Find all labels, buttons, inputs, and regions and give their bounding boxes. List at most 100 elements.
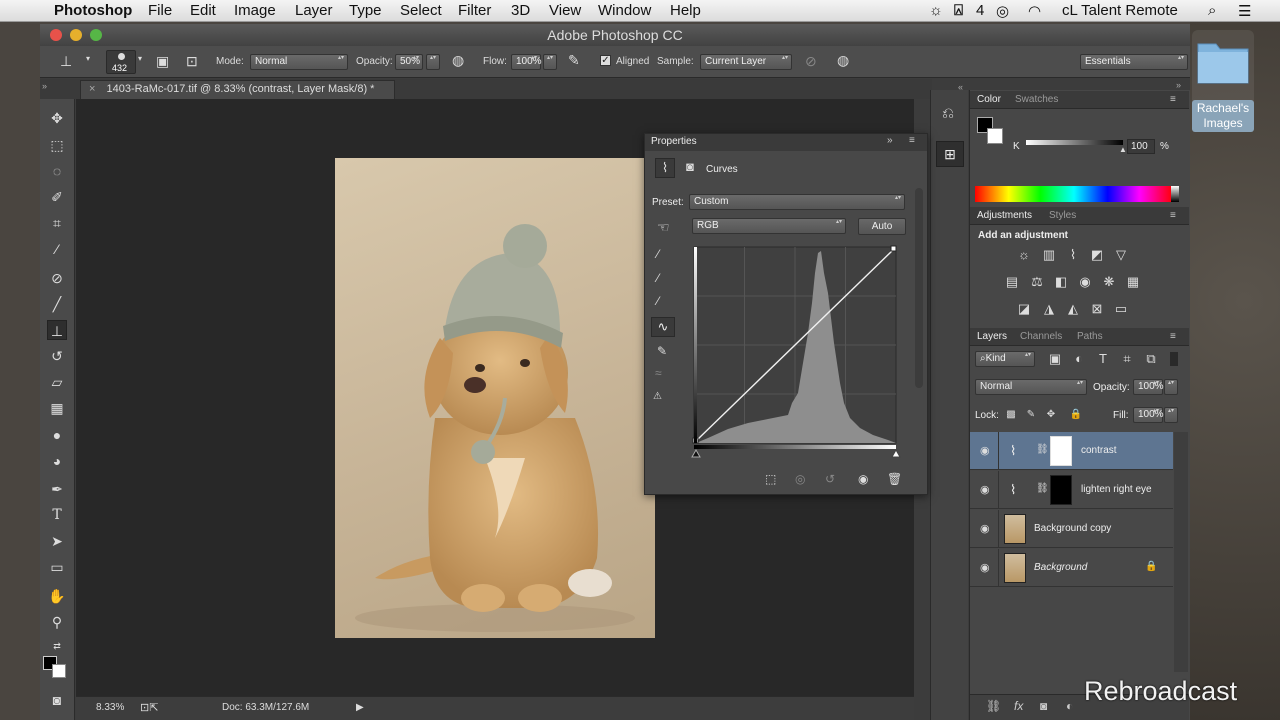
black-point-eyedropper-icon[interactable]: ⁄ — [657, 247, 659, 261]
filter-toggle[interactable] — [1170, 352, 1178, 366]
tool-preset-arrow-icon[interactable]: ▾ — [86, 54, 90, 63]
layers-scrollbar[interactable] — [1174, 432, 1188, 672]
status-icons[interactable]: ⊡⇱ — [140, 701, 158, 714]
brightness-icon[interactable]: ☼ — [929, 2, 943, 19]
mask-link-icon[interactable]: ⛓ — [1036, 444, 1049, 455]
menu-window[interactable]: Window — [598, 2, 651, 19]
gradient-tool-icon[interactable]: ▦ — [47, 398, 67, 418]
threshold-icon[interactable]: ◭ — [1065, 301, 1081, 317]
pen-tool-icon[interactable]: ✒ — [47, 479, 67, 499]
edit-points-curve-icon[interactable]: ∿ — [651, 317, 675, 337]
menu-file[interactable]: File — [148, 2, 172, 19]
spectrum-bw-strip[interactable] — [1171, 186, 1179, 202]
k-value-input[interactable]: 100 — [1127, 139, 1155, 154]
layer-mask-thumbnail[interactable] — [1050, 475, 1072, 505]
path-selection-tool-icon[interactable]: ➤ — [47, 531, 67, 551]
flow-input[interactable]: 100% — [511, 54, 542, 70]
spotlight-search-icon[interactable]: ⌕ — [1208, 2, 1216, 19]
menu-filter[interactable]: Filter — [458, 2, 491, 19]
panels-collapse-icon[interactable]: » — [1176, 80, 1181, 90]
gradient-map-icon[interactable]: ▭ — [1113, 301, 1129, 317]
menu-layer[interactable]: Layer — [295, 2, 333, 19]
quick-selection-tool-icon[interactable]: ✐ — [47, 187, 67, 207]
new-adjustment-layer-icon[interactable]: ◐ — [1066, 699, 1073, 713]
tab-channels[interactable]: Channels — [1020, 331, 1062, 342]
layer-mask-icon[interactable]: ◙ — [681, 159, 699, 175]
menu-type[interactable]: Type — [349, 2, 382, 19]
opacity-input[interactable]: 50% — [395, 54, 423, 70]
clipping-warning-icon[interactable]: ⚠ — [653, 391, 662, 402]
layers-panel-menu-icon[interactable]: ≡ — [1170, 331, 1176, 342]
menu-edit[interactable]: Edit — [190, 2, 216, 19]
tab-swatches[interactable]: Swatches — [1015, 94, 1058, 105]
targeted-adjustment-hand-icon[interactable]: ☜ — [657, 219, 670, 236]
workspace-select[interactable]: Essentials — [1080, 54, 1188, 70]
view-previous-state-icon[interactable]: ◎ — [795, 472, 805, 486]
invert-icon[interactable]: ◪ — [1016, 301, 1032, 317]
adjustments-panel-menu-icon[interactable]: ≡ — [1170, 210, 1176, 221]
blur-tool-icon[interactable]: ● — [47, 425, 67, 445]
collapse-toolbar-icon[interactable]: » — [42, 81, 47, 91]
properties-panel-icon[interactable]: ⊞ — [936, 141, 964, 167]
gray-point-eyedropper-icon[interactable]: ⁄ — [657, 271, 659, 285]
menu-remote-app[interactable]: cL Talent Remote — [1062, 2, 1178, 19]
opacity-slider-toggle[interactable] — [426, 54, 440, 70]
layer-opacity-toggle[interactable] — [1164, 379, 1178, 395]
auto-button[interactable]: Auto — [858, 218, 906, 235]
hand-tool-icon[interactable]: ✋ — [47, 586, 67, 606]
layer-filter-select[interactable]: ⌕Kind — [975, 351, 1035, 367]
pressure-size-icon[interactable]: ◍ — [837, 52, 849, 69]
properties-menu-icon[interactable]: ≡ — [909, 135, 915, 146]
color-background-swatch[interactable] — [987, 128, 1003, 144]
panel-collapse-icon[interactable]: » — [887, 135, 893, 146]
adobe-status-icon[interactable]: ⍓ — [954, 2, 963, 19]
blend-mode-select[interactable]: Normal — [975, 379, 1087, 395]
link-layers-icon[interactable]: ⛓ — [986, 699, 1001, 713]
zoom-window-button[interactable] — [90, 29, 102, 41]
posterize-icon[interactable]: ◮ — [1041, 301, 1057, 317]
marquee-tool-icon[interactable]: ⬚ — [47, 135, 67, 155]
mode-select[interactable]: Normal — [250, 54, 348, 70]
brightness-contrast-icon[interactable]: ☼ — [1016, 247, 1032, 263]
layer-lock-icon[interactable]: 🔒 — [1145, 561, 1157, 572]
tab-adjustments[interactable]: Adjustments — [977, 210, 1032, 221]
eyedropper-tool-icon[interactable]: ⁄ — [47, 239, 67, 259]
sync-icon[interactable]: ◎ — [996, 2, 1009, 20]
channel-mixer-icon[interactable]: ❋ — [1101, 274, 1117, 290]
flow-slider-toggle[interactable] — [543, 54, 557, 70]
swap-colors-icon[interactable]: ⇄ — [47, 636, 67, 656]
k-slider-track[interactable] — [1026, 140, 1123, 145]
selective-color-icon[interactable]: ⊠ — [1089, 301, 1105, 317]
zoom-tool-icon[interactable]: ⚲ — [47, 612, 67, 632]
close-window-button[interactable] — [50, 29, 62, 41]
lasso-tool-icon[interactable]: ◌ — [47, 161, 67, 181]
black-white-icon[interactable]: ◧ — [1053, 274, 1069, 290]
tab-layers[interactable]: Layers — [977, 331, 1007, 342]
menu-app-name[interactable]: Photoshop — [54, 2, 132, 19]
clone-stamp-tool-preset-icon[interactable]: ⊥ — [60, 53, 72, 70]
curves-icon[interactable]: ⌇ — [1065, 247, 1081, 263]
tab-paths[interactable]: Paths — [1077, 331, 1103, 342]
filter-smart-object-icon[interactable]: ⧉ — [1143, 351, 1159, 367]
layer-row-contrast[interactable]: ◉ ⌇ ⛓ contrast — [970, 432, 1173, 470]
filter-pixel-icon[interactable]: ▣ — [1047, 351, 1063, 367]
layer-row-lighten-right-eye[interactable]: ◉ ⌇ ⛓ lighten right eye — [970, 471, 1173, 509]
color-balance-icon[interactable]: ⚖ — [1029, 274, 1045, 290]
hue-saturation-icon[interactable]: ▤ — [1004, 274, 1020, 290]
healing-brush-tool-icon[interactable]: ⊘ — [47, 268, 67, 288]
tab-styles[interactable]: Styles — [1049, 210, 1076, 221]
clip-to-layer-icon[interactable]: ⬚ — [765, 472, 776, 486]
clone-stamp-tool-icon[interactable]: ⊥ — [47, 320, 67, 340]
brush-tool-icon[interactable]: ╱ — [47, 294, 67, 314]
lock-transparent-icon[interactable]: ▩ — [1003, 407, 1019, 423]
menu-help[interactable]: Help — [670, 2, 701, 19]
airbrush-icon[interactable]: ✎ — [568, 52, 580, 69]
menu-view[interactable]: View — [549, 2, 581, 19]
visibility-eye-icon[interactable]: ◉ — [980, 522, 990, 535]
ignore-adjustment-layers-icon[interactable]: ⊘ — [805, 53, 817, 70]
history-brush-tool-icon[interactable]: ↺ — [47, 346, 67, 366]
document-image[interactable] — [335, 158, 655, 638]
preset-select[interactable]: Custom — [689, 194, 905, 210]
reset-adjustment-icon[interactable]: ↺ — [825, 472, 835, 486]
dodge-tool-icon[interactable]: ◕ — [47, 451, 67, 471]
